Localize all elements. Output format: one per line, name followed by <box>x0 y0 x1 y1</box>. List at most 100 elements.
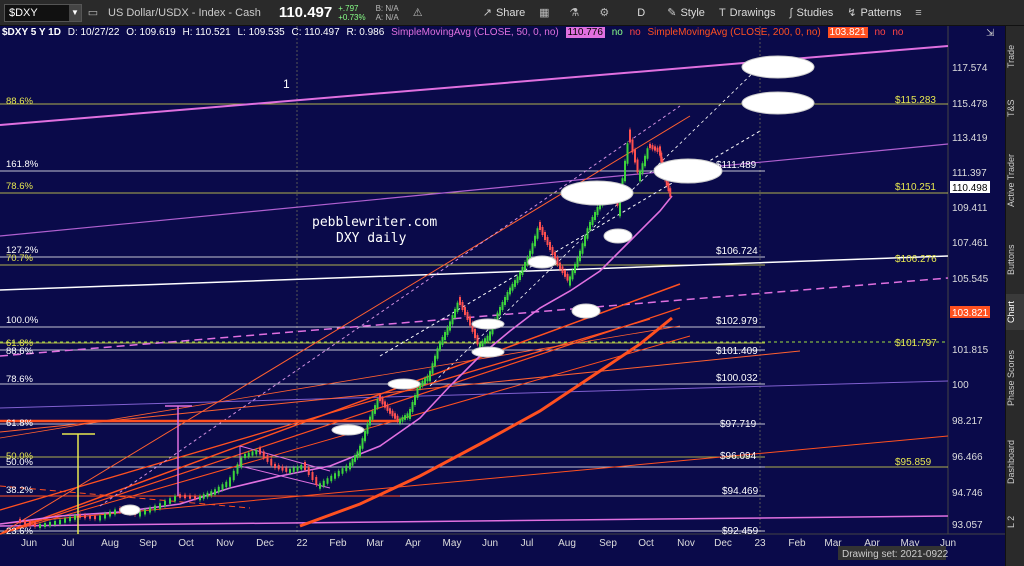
flask-icon[interactable]: ⚗ <box>567 6 581 20</box>
candle-body <box>351 458 354 466</box>
fib-left-label: 78.6% <box>6 374 33 385</box>
candle-body <box>199 495 201 501</box>
candle-body <box>24 520 26 525</box>
side-tab-chart[interactable]: Chart <box>1006 294 1024 330</box>
change-value: +.797 <box>338 3 359 13</box>
drawings-button[interactable]: T Drawings <box>719 7 776 19</box>
symbol-text: $DXY <box>9 6 38 19</box>
candle-body <box>399 418 401 424</box>
candle-body <box>307 467 310 475</box>
fib-left-label: 70.7% <box>6 253 33 264</box>
candle-body <box>656 147 659 152</box>
candle-body <box>444 332 446 340</box>
candle-body <box>369 416 371 426</box>
highlight-oval <box>331 424 365 436</box>
candle-body <box>277 465 280 470</box>
side-tab-l-2[interactable]: L 2 <box>1006 502 1024 542</box>
annotation-line-1: pebblewriter.com <box>312 215 437 230</box>
share-label: Share <box>495 6 526 19</box>
time-tick-label: Sep <box>599 538 617 549</box>
candle-body <box>174 495 176 502</box>
candle-body <box>19 518 21 524</box>
candle-body <box>341 468 344 474</box>
time-tick-label: May <box>443 538 462 549</box>
candle-body <box>236 464 239 474</box>
price-tick-label: 100 <box>952 380 969 391</box>
candle-body <box>326 478 329 484</box>
studies-button[interactable]: ∫ Studies <box>790 7 834 19</box>
candle-body <box>69 516 71 522</box>
candle-body <box>596 207 599 215</box>
price-chart[interactable]: 88.6%161.8%78.6%127.2%70.7%100.0%61.8%88… <box>0 26 1006 566</box>
time-tick-label: Dec <box>256 538 274 549</box>
candle-body <box>376 399 379 409</box>
highlight-oval <box>571 303 601 319</box>
candle-body <box>210 491 213 496</box>
study-header-row: $DXY 5 Y 1D D: 10/27/22 O: 109.619 H: 11… <box>2 27 908 40</box>
candle-body <box>564 270 566 277</box>
header-range: R: 0.986 <box>346 27 385 38</box>
fib-left-label: 78.6% <box>6 181 33 192</box>
style-button[interactable]: ✎ Style <box>667 6 705 20</box>
side-tab-phase-scores[interactable]: Phase Scores <box>1006 334 1024 422</box>
candle-body <box>315 477 318 485</box>
candle-body <box>401 416 404 422</box>
candle-body <box>576 257 579 267</box>
time-tick-label: Sep <box>139 538 157 549</box>
candle-body <box>79 514 81 518</box>
candle-body <box>300 465 303 470</box>
candle-body <box>274 463 276 469</box>
symbol-dropdown-icon[interactable]: ▼ <box>69 4 81 21</box>
candle-body <box>531 243 534 254</box>
period-button[interactable]: D <box>637 7 645 19</box>
candle-body <box>289 468 291 474</box>
time-tick-label: Feb <box>788 538 806 549</box>
price-tick-label: 111.397 <box>952 168 987 179</box>
candle-body <box>486 335 489 342</box>
side-tab-dashboard[interactable]: Dashboard <box>1006 426 1024 498</box>
time-tick-label: Jul <box>521 538 534 549</box>
fib-right-label: $106.276 <box>895 254 937 265</box>
candle-body <box>581 243 584 254</box>
alert-icon[interactable]: ⚠ <box>411 6 425 20</box>
fib-right-label: $102.979 <box>716 316 758 327</box>
time-tick-label: Jun <box>21 538 37 549</box>
candle-body <box>217 486 220 493</box>
candle-body <box>179 494 181 498</box>
menu-icon[interactable]: ≡ <box>911 6 925 20</box>
fib-right-label: $111.489 <box>716 160 757 171</box>
side-tab-trade[interactable]: Trade <box>1006 30 1024 82</box>
candle-body <box>109 511 111 517</box>
candle-body <box>536 228 539 239</box>
side-tab-t-s[interactable]: T&S <box>1006 86 1024 130</box>
candle-body <box>384 401 386 408</box>
candle-body <box>639 170 641 182</box>
side-tab-active-trader[interactable]: Active Trader <box>1006 134 1024 226</box>
time-tick-label: Apr <box>405 538 421 549</box>
candle-body <box>481 340 484 347</box>
fib-right-label: $106.724 <box>716 246 758 257</box>
candle-body <box>429 370 431 382</box>
last-price: 110.497 <box>278 4 333 21</box>
fib-right-label: $101.409 <box>716 346 758 357</box>
ask-value: A: N/A <box>375 12 399 22</box>
header-sma200: SimpleMovingAvg (CLOSE, 200, 0, no) <box>647 27 821 38</box>
candle-body <box>189 495 191 499</box>
collapse-icon[interactable]: ⇲ <box>986 28 994 39</box>
fib-left-label: 23.6% <box>6 526 33 537</box>
candle-body <box>285 467 288 472</box>
symbol-input[interactable]: $DXY ▼ <box>4 3 82 22</box>
side-tab-buttons[interactable]: Buttons <box>1006 230 1024 290</box>
share-button[interactable]: ↗ Share <box>483 6 526 20</box>
candle-body <box>631 139 634 153</box>
link-icon[interactable]: ▭ <box>86 6 100 20</box>
highlight-oval <box>560 180 634 206</box>
candle-body <box>519 272 521 280</box>
patterns-button[interactable]: ↯ Patterns <box>847 6 901 20</box>
gear-icon[interactable]: ⚙ <box>597 6 611 20</box>
time-tick-label: Dec <box>714 538 732 549</box>
grid-icon[interactable]: ▦ <box>537 6 551 20</box>
candle-body <box>501 302 504 310</box>
candle-body <box>194 495 196 500</box>
candle-body <box>644 155 646 167</box>
